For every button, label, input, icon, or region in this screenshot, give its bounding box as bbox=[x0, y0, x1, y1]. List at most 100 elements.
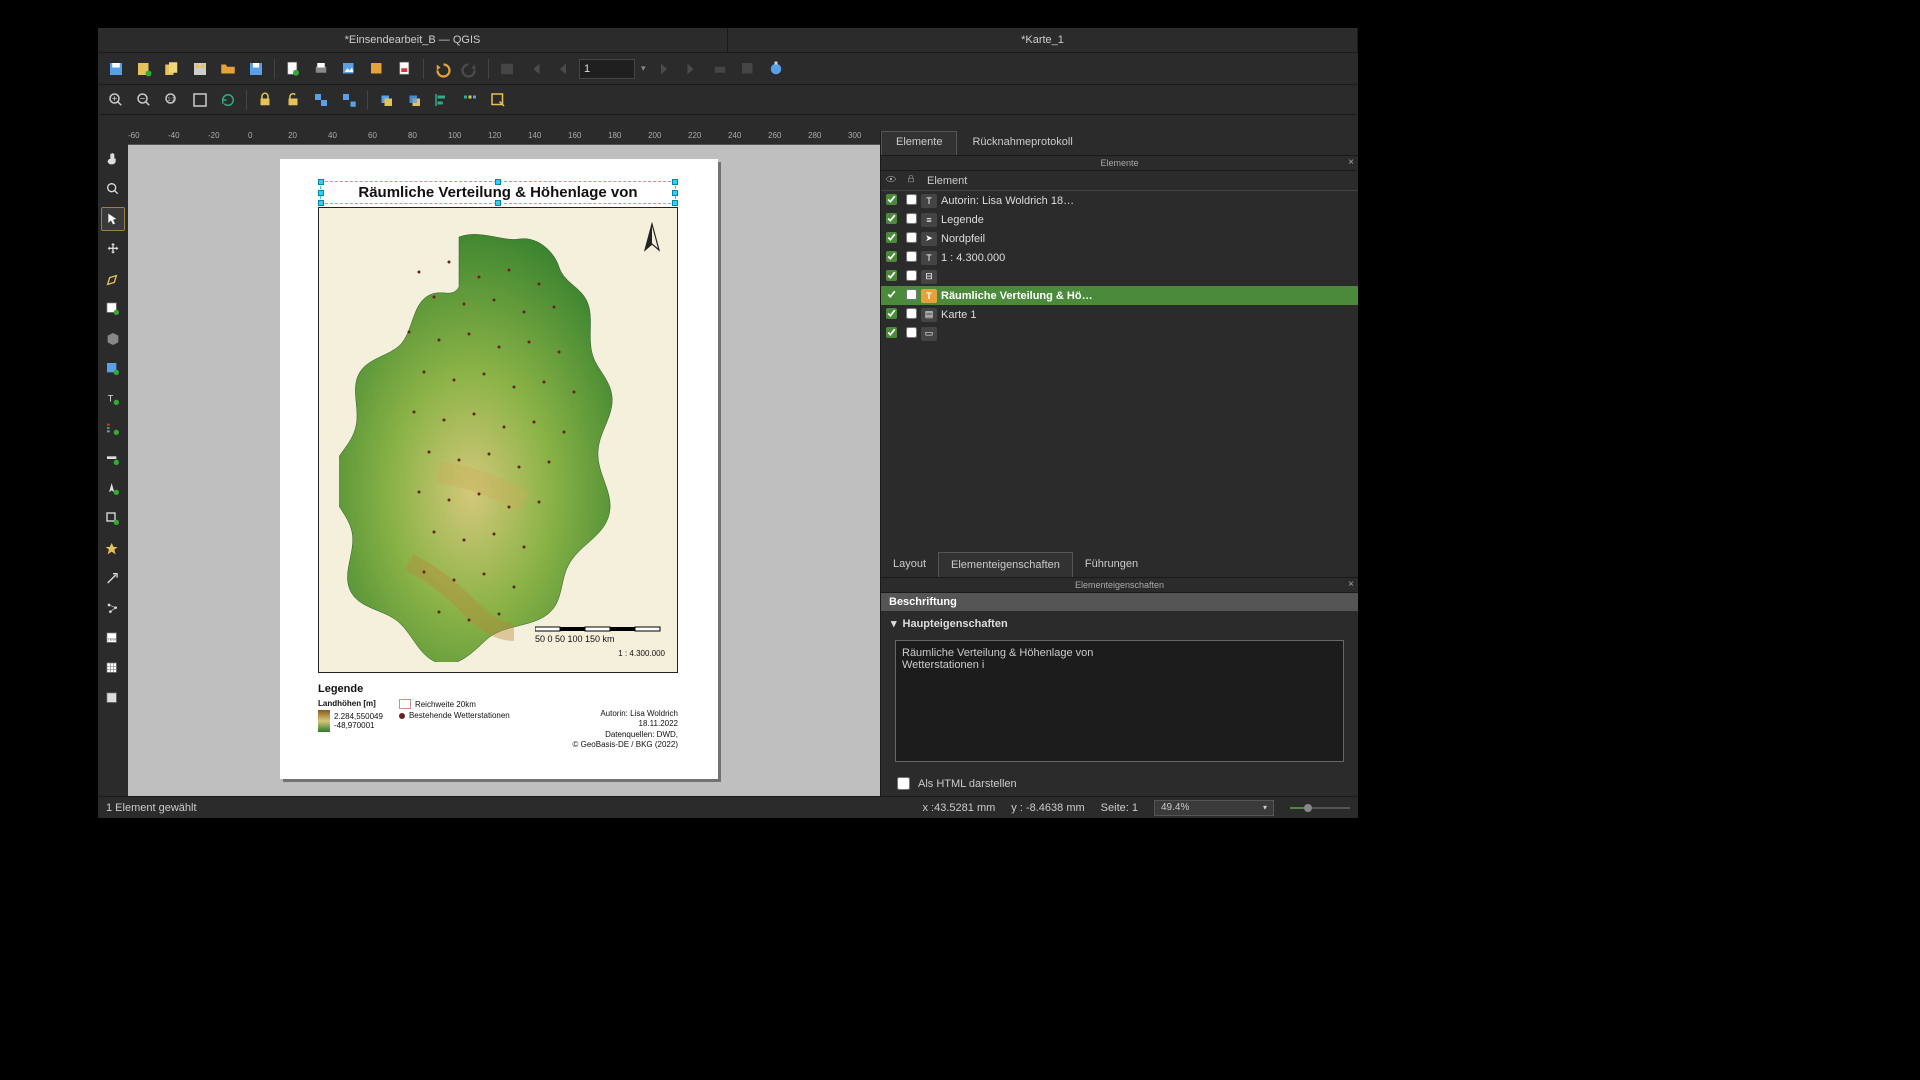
first-page-icon[interactable] bbox=[523, 57, 547, 81]
add-fixedtable-icon[interactable] bbox=[101, 687, 125, 711]
add-marker-icon[interactable] bbox=[101, 537, 125, 561]
tab-layout[interactable]: Layout bbox=[881, 552, 938, 577]
duplicate-layout-icon[interactable] bbox=[160, 57, 184, 81]
item-visible-checkbox[interactable] bbox=[886, 308, 897, 319]
group-icon[interactable] bbox=[309, 88, 333, 112]
add-map-icon[interactable] bbox=[101, 297, 125, 321]
new-layout-icon[interactable] bbox=[132, 57, 156, 81]
atlas-print-icon[interactable] bbox=[708, 57, 732, 81]
close-props-icon[interactable]: × bbox=[1348, 579, 1354, 590]
credit-text[interactable]: Autorin: Lisa Woldrich 18.11.2022 Datenq… bbox=[573, 709, 679, 751]
edit-nodes-tool-icon[interactable] bbox=[101, 267, 125, 291]
add-arrow-icon[interactable] bbox=[101, 567, 125, 591]
select-tool-icon[interactable] bbox=[101, 207, 125, 231]
page-number-input[interactable] bbox=[579, 59, 635, 79]
layout-canvas[interactable]: Räumliche Verteilung & Höhenlage von bbox=[128, 145, 880, 796]
new-page-icon[interactable] bbox=[281, 57, 305, 81]
zoom-out-icon[interactable] bbox=[132, 88, 156, 112]
prev-page-icon[interactable] bbox=[551, 57, 575, 81]
item-row[interactable]: ➤Nordpfeil bbox=[881, 229, 1358, 248]
print-icon[interactable] bbox=[309, 57, 333, 81]
item-lock-checkbox[interactable] bbox=[906, 308, 917, 319]
add-northarrow-icon[interactable] bbox=[101, 477, 125, 501]
atlas-toggle-icon[interactable] bbox=[495, 57, 519, 81]
items-list[interactable]: TAutorin: Lisa Woldrich 18… ≡Legende ➤No… bbox=[881, 191, 1358, 343]
tab-fuehrungen[interactable]: Führungen bbox=[1073, 552, 1150, 577]
label-text-input[interactable]: Räumliche Verteilung & Höhenlage von Wet… bbox=[895, 640, 1344, 762]
tab-elementeigenschaften[interactable]: Elementeigenschaften bbox=[938, 552, 1073, 577]
item-visible-checkbox[interactable] bbox=[886, 213, 897, 224]
undo-icon[interactable] bbox=[430, 57, 454, 81]
add-3dmap-icon[interactable] bbox=[101, 327, 125, 351]
tab-elemente[interactable]: Elemente bbox=[881, 131, 957, 155]
add-label-icon[interactable]: T bbox=[101, 387, 125, 411]
tab-rueckprotokoll[interactable]: Rücknahmeprotokoll bbox=[957, 131, 1087, 155]
zoom-in-icon[interactable] bbox=[104, 88, 128, 112]
item-lock-checkbox[interactable] bbox=[906, 213, 917, 224]
export-svg-icon[interactable] bbox=[365, 57, 389, 81]
map-item[interactable]: 50 0 50 100 150 km 1 : 4.300.000 bbox=[318, 207, 678, 673]
add-html-icon[interactable]: html bbox=[101, 627, 125, 651]
lock-icon[interactable] bbox=[253, 88, 277, 112]
item-visible-checkbox[interactable] bbox=[886, 194, 897, 205]
ungroup-icon[interactable] bbox=[337, 88, 361, 112]
item-row[interactable]: TRäumliche Verteilung & Hö… bbox=[881, 286, 1358, 305]
page-title-label[interactable]: Räumliche Verteilung & Höhenlage von bbox=[320, 181, 676, 204]
add-shape-icon[interactable] bbox=[101, 507, 125, 531]
item-visible-checkbox[interactable] bbox=[886, 327, 897, 338]
zoom-actual-icon[interactable]: 1:1 bbox=[160, 88, 184, 112]
item-visible-checkbox[interactable] bbox=[886, 251, 897, 262]
section-haupteigenschaften[interactable]: ▾ Haupteigenschaften bbox=[881, 611, 1358, 636]
zoom-combo[interactable]: 49.4%▾ bbox=[1154, 800, 1274, 816]
last-page-icon[interactable] bbox=[680, 57, 704, 81]
add-image-icon[interactable] bbox=[101, 357, 125, 381]
raise-icon[interactable] bbox=[374, 88, 398, 112]
item-label: Räumliche Verteilung & Hö… bbox=[941, 290, 1093, 302]
item-lock-checkbox[interactable] bbox=[906, 327, 917, 338]
item-row[interactable]: ▭ bbox=[881, 324, 1358, 343]
add-scalebar-icon[interactable] bbox=[101, 447, 125, 471]
resize-icon[interactable] bbox=[486, 88, 510, 112]
item-row[interactable]: ⊟ bbox=[881, 267, 1358, 286]
layout-manager-icon[interactable] bbox=[188, 57, 212, 81]
next-page-icon[interactable] bbox=[652, 57, 676, 81]
refresh-icon[interactable] bbox=[216, 88, 240, 112]
atlas-export-icon[interactable] bbox=[736, 57, 760, 81]
redo-icon[interactable] bbox=[458, 57, 482, 81]
add-nodeitem-icon[interactable] bbox=[101, 597, 125, 621]
export-pdf-icon[interactable] bbox=[393, 57, 417, 81]
zoom-fit-icon[interactable] bbox=[188, 88, 212, 112]
save-icon[interactable] bbox=[104, 57, 128, 81]
item-row[interactable]: TAutorin: Lisa Woldrich 18… bbox=[881, 191, 1358, 210]
zoom-tool-icon[interactable] bbox=[101, 177, 125, 201]
item-lock-checkbox[interactable] bbox=[906, 194, 917, 205]
align-left-icon[interactable] bbox=[430, 88, 454, 112]
item-lock-checkbox[interactable] bbox=[906, 232, 917, 243]
close-panel-icon[interactable]: × bbox=[1348, 157, 1354, 168]
zoom-slider[interactable] bbox=[1290, 803, 1350, 813]
lower-icon[interactable] bbox=[402, 88, 426, 112]
item-visible-checkbox[interactable] bbox=[886, 289, 897, 300]
save-template-icon[interactable] bbox=[244, 57, 268, 81]
pan-tool-icon[interactable] bbox=[101, 147, 125, 171]
export-image-icon[interactable] bbox=[337, 57, 361, 81]
item-lock-checkbox[interactable] bbox=[906, 251, 917, 262]
item-row[interactable]: ≡Legende bbox=[881, 210, 1358, 229]
add-table-icon[interactable] bbox=[101, 657, 125, 681]
item-type-icon: ≡ bbox=[921, 213, 937, 227]
distribute-icon[interactable] bbox=[458, 88, 482, 112]
open-folder-icon[interactable] bbox=[216, 57, 240, 81]
item-lock-checkbox[interactable] bbox=[906, 270, 917, 281]
item-lock-checkbox[interactable] bbox=[906, 289, 917, 300]
unlock-icon[interactable] bbox=[281, 88, 305, 112]
item-visible-checkbox[interactable] bbox=[886, 270, 897, 281]
render-as-html-checkbox[interactable] bbox=[897, 777, 910, 790]
add-legend-icon[interactable] bbox=[101, 417, 125, 441]
move-content-tool-icon[interactable] bbox=[101, 237, 125, 261]
item-visible-checkbox[interactable] bbox=[886, 232, 897, 243]
item-row[interactable]: T1 : 4.300.000 bbox=[881, 248, 1358, 267]
item-row[interactable]: ▤Karte 1 bbox=[881, 305, 1358, 324]
svg-text:1:1: 1:1 bbox=[168, 96, 175, 102]
atlas-settings-icon[interactable] bbox=[764, 57, 788, 81]
page-dropdown-icon[interactable]: ▾ bbox=[641, 63, 646, 74]
